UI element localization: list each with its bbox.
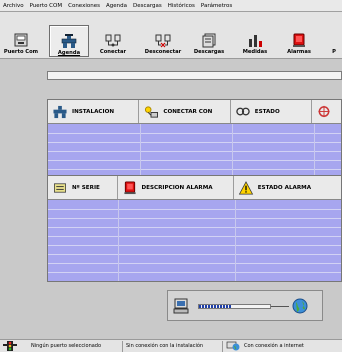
installation-field[interactable] (47, 71, 342, 80)
hand-list-icon (54, 182, 66, 193)
column-divider (232, 124, 233, 175)
column-divider (140, 124, 141, 175)
row-divider (48, 160, 341, 161)
settings-icon (318, 105, 330, 117)
status-port: Ningún puerto seleccionado (0, 340, 123, 352)
column-divider (118, 200, 119, 281)
toolbar-label: Conectar (99, 49, 127, 55)
status-bar: Ningún puerto seleccionado Sin conexión … (0, 339, 342, 352)
row-divider (48, 227, 341, 228)
toolbar-label: Medidas (242, 49, 268, 55)
menu-agenda[interactable]: Agenda (103, 3, 130, 9)
status-text: Con conexión a internet (244, 343, 304, 349)
column-divider (235, 200, 236, 281)
serial-port-icon (14, 33, 28, 47)
row-divider (48, 142, 341, 143)
row-divider (48, 263, 341, 264)
menu-bar: Archivo Puerto COM Conexiones Agenda Des… (0, 0, 342, 12)
menu-conexiones[interactable]: Conexiones (65, 3, 103, 9)
row-divider (48, 169, 341, 170)
connection-progress-panel (167, 290, 323, 321)
row-divider (48, 272, 341, 273)
status-installation: Sin conexión con la instalación (123, 340, 223, 352)
row-divider (48, 245, 341, 246)
progress-fill (199, 305, 231, 308)
installation-table-body[interactable] (48, 124, 341, 175)
column-descripcion-alarma[interactable]: DESCRIPCION ALARMA (118, 176, 234, 199)
row-divider (48, 133, 341, 134)
installation-table-header: INSTALACION CONECTAR CON ESTADO (48, 100, 341, 124)
row-divider (48, 151, 341, 152)
desconectar-button[interactable]: Desconectar (142, 25, 184, 55)
row-divider (48, 218, 341, 219)
column-extra[interactable] (312, 100, 341, 123)
alarm-icon (293, 33, 305, 47)
alarm-table-body[interactable] (48, 200, 341, 281)
row-divider (48, 209, 341, 210)
globe-icon (292, 298, 308, 314)
menu-historicos[interactable]: Históricos (165, 3, 198, 9)
toolbar-label: Alarmas (287, 49, 311, 55)
toolbar-label: Puerto Com (3, 49, 39, 55)
column-label: ESTADO (254, 108, 280, 115)
conectar-button[interactable]: Conectar (94, 25, 132, 55)
toolbar-label: Descargas (193, 49, 225, 55)
column-label: INSTALACION (72, 108, 115, 115)
progress-track (198, 304, 271, 309)
status-internet: Con conexión a internet (223, 341, 342, 352)
toolbar-label: Agenda (57, 50, 81, 56)
column-label: Nº SERIE (72, 184, 100, 191)
connect-icon (105, 34, 121, 47)
toolbar-label: P (332, 49, 336, 55)
installation-table[interactable]: INSTALACION CONECTAR CON ESTADO (47, 99, 342, 176)
column-estado-alarma[interactable]: ESTADO ALARMA (234, 176, 341, 199)
tap-icon (61, 34, 77, 48)
column-conectar-con[interactable]: CONECTAR CON (139, 100, 231, 123)
row-divider (48, 236, 341, 237)
measures-icon (249, 35, 262, 47)
column-numero-serie[interactable]: Nº SERIE (48, 176, 118, 199)
alarm-table[interactable]: Nº SERIE DESCRIPCION ALARMA ESTADO ALARM… (47, 175, 342, 282)
traffic-light-icon (3, 341, 17, 351)
menu-descargas[interactable]: Descargas (130, 3, 165, 9)
toolbar: Puerto Com Agenda Conectar Desconectar D… (0, 12, 342, 59)
menu-puerto-com[interactable]: Puerto COM (27, 3, 66, 9)
warning-icon (238, 180, 253, 194)
tap-icon (53, 105, 67, 118)
puerto-com-button[interactable]: Puerto Com (2, 25, 40, 55)
medidas-button[interactable]: Medidas (236, 25, 274, 55)
link-status-icon (236, 107, 250, 115)
internet-icon (226, 341, 240, 351)
toolbar-label: Desconectar (144, 49, 182, 55)
network-icon (145, 105, 159, 118)
status-text: Ningún puerto seleccionado (31, 343, 102, 349)
progress-line (271, 306, 289, 307)
alarm-table-header: Nº SERIE DESCRIPCION ALARMA ESTADO ALARM… (48, 176, 341, 200)
partial-toolbar-button[interactable]: P (326, 25, 342, 55)
menu-parametros[interactable]: Parámetros (198, 3, 235, 9)
alarm-icon (123, 180, 136, 194)
column-label: ESTADO ALARMA (257, 184, 312, 191)
row-divider (48, 254, 341, 255)
computer-icon (173, 298, 189, 314)
alarmas-button[interactable]: Alarmas (280, 25, 318, 55)
column-estado[interactable]: ESTADO (231, 100, 313, 123)
column-instalacion[interactable]: INSTALACION (48, 100, 140, 123)
disconnect-icon (155, 34, 171, 48)
descargas-button[interactable]: Descargas (190, 25, 228, 55)
column-label: CONECTAR CON (163, 108, 213, 115)
download-icon (202, 33, 216, 48)
status-text: Sin conexión con la instalación (126, 343, 204, 349)
agenda-button[interactable]: Agenda (49, 25, 89, 57)
column-label: DESCRIPCION ALARMA (141, 184, 213, 191)
column-divider (314, 124, 315, 175)
menu-archivo[interactable]: Archivo (0, 3, 27, 9)
